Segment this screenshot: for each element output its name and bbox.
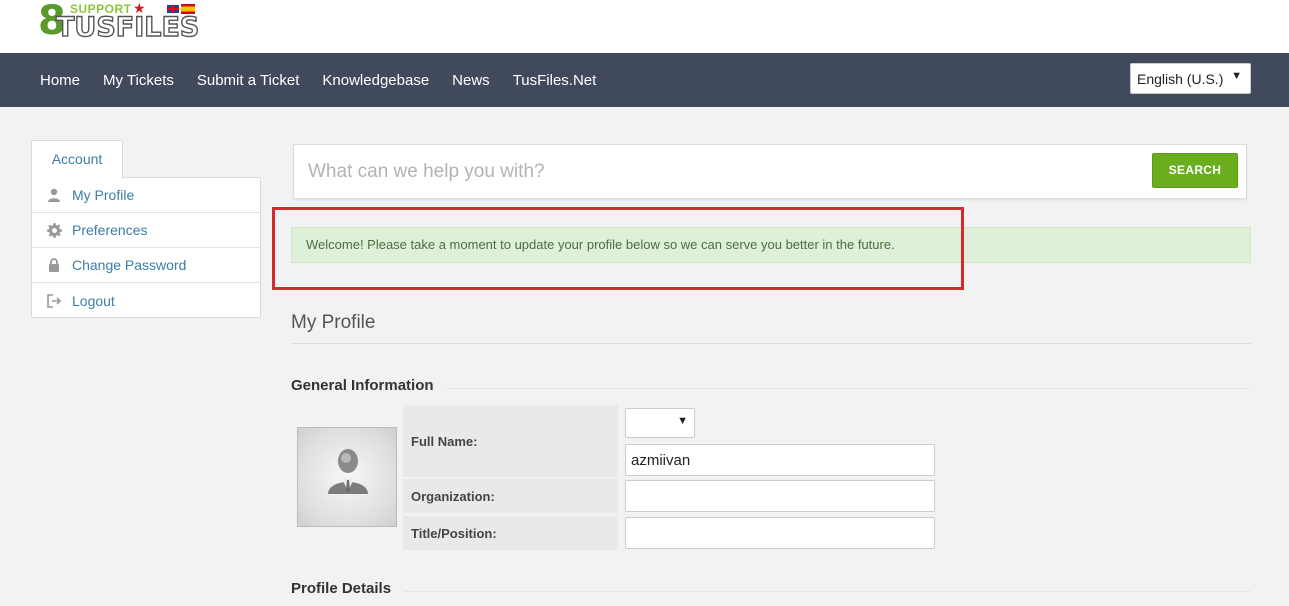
sidebar-item-label: Change Password	[72, 257, 187, 273]
user-icon	[46, 187, 62, 203]
title-position-field[interactable]	[625, 517, 935, 549]
logo-name-text: TUSFILES	[55, 12, 200, 43]
sidebar-item-preferences[interactable]: Preferences	[32, 213, 260, 248]
profile-details-heading: Profile Details	[291, 580, 392, 597]
lock-icon	[46, 257, 62, 273]
full-name-label: Full Name:	[403, 405, 618, 477]
top-header: 8 SUPPORT ★ TUSFILES	[0, 0, 1289, 53]
search-button[interactable]: SEARCH	[1152, 153, 1238, 188]
avatar-placeholder-icon	[328, 449, 368, 494]
nav-submit-ticket[interactable]: Submit a Ticket	[197, 72, 300, 89]
language-select[interactable]: English (U.S.) ▼	[1130, 63, 1251, 94]
avatar[interactable]	[297, 427, 397, 527]
page-title: My Profile	[291, 312, 376, 333]
title-position-label: Title/Position:	[403, 516, 618, 550]
sidebar-item-logout[interactable]: Logout	[32, 283, 260, 318]
main-navbar: Home My Tickets Submit a Ticket Knowledg…	[0, 53, 1289, 107]
sidebar-item-label: Preferences	[72, 222, 148, 238]
section-divider	[445, 388, 1251, 389]
sidebar-item-change-password[interactable]: Change Password	[32, 248, 260, 283]
nav-news[interactable]: News	[452, 72, 490, 89]
highlight-annotation-box	[272, 207, 964, 290]
search-bar: SEARCH	[293, 144, 1247, 199]
title-divider	[291, 343, 1251, 344]
salutation-select[interactable]: ▼	[625, 408, 695, 438]
sidebar-item-label: My Profile	[72, 187, 135, 203]
tusfiles-logo[interactable]: 8 SUPPORT ★ TUSFILES	[38, 0, 200, 43]
nav-links: Home My Tickets Submit a Ticket Knowledg…	[40, 53, 619, 107]
general-information-heading: General Information	[291, 377, 434, 394]
sidebar-item-label: Logout	[72, 292, 115, 309]
nav-knowledgebase[interactable]: Knowledgebase	[322, 72, 429, 89]
section-divider	[404, 591, 1251, 592]
nav-home[interactable]: Home	[40, 72, 80, 89]
language-select-value: English (U.S.)	[1137, 71, 1224, 87]
nav-my-tickets[interactable]: My Tickets	[103, 72, 174, 89]
full-name-field[interactable]	[625, 444, 935, 476]
organization-field[interactable]	[625, 480, 935, 512]
account-menu: My Profile Preferences Change Password L…	[31, 177, 261, 318]
caret-down-icon: ▼	[677, 415, 688, 427]
search-input[interactable]	[295, 146, 1145, 197]
gear-icon	[46, 222, 62, 238]
organization-label: Organization:	[403, 479, 618, 513]
caret-down-icon: ▼	[1231, 70, 1242, 82]
nav-tusfiles-net[interactable]: TusFiles.Net	[513, 72, 597, 89]
sidebar-item-my-profile[interactable]: My Profile	[32, 178, 260, 213]
logout-icon	[46, 293, 62, 309]
tab-account[interactable]: Account	[31, 140, 123, 179]
